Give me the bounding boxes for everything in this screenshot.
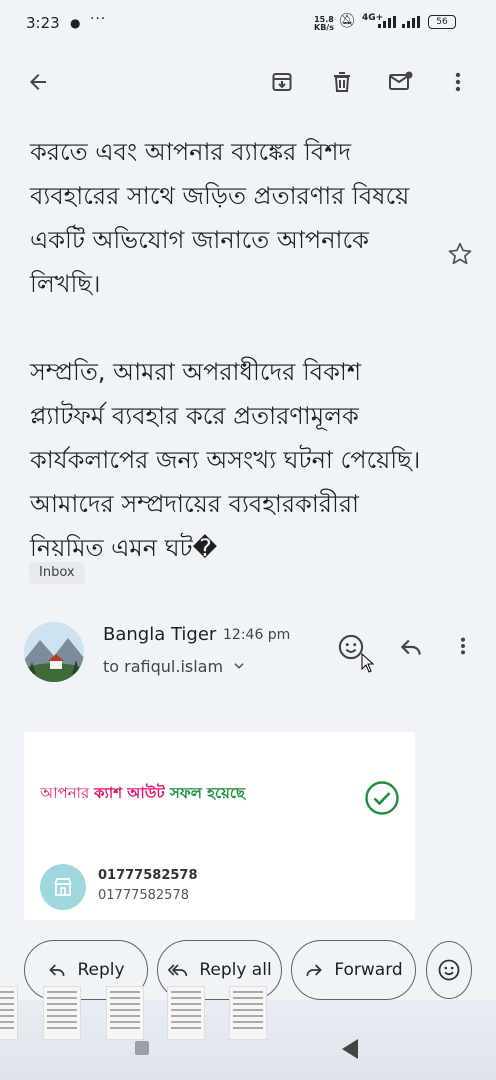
battery-indicator: 56 bbox=[428, 15, 456, 29]
chat-notification-icon: ● bbox=[70, 16, 81, 30]
alarm-mute-icon: 🔕︎ bbox=[338, 13, 356, 29]
back-arrow-icon[interactable] bbox=[24, 68, 52, 96]
screenshot-thumbnail[interactable] bbox=[229, 986, 267, 1040]
account-number-secondary: 01777582578 bbox=[98, 888, 189, 903]
star-icon[interactable] bbox=[447, 241, 473, 271]
reply-label: Reply bbox=[77, 960, 125, 980]
status-time: 3:23 bbox=[26, 14, 60, 32]
recent-apps-icon[interactable] bbox=[135, 1041, 149, 1055]
email-body: করতে এবং আপনার ব্যাঙ্কের বিশদ ব্যবহারের … bbox=[30, 130, 430, 614]
reply-icon bbox=[400, 639, 421, 655]
mark-unread-icon[interactable] bbox=[387, 68, 415, 96]
more-vert-icon[interactable] bbox=[444, 68, 472, 96]
forward-icon bbox=[306, 964, 323, 976]
more-vert-icon[interactable] bbox=[452, 633, 474, 663]
screenshot-thumbnail[interactable] bbox=[167, 986, 205, 1040]
mouse-cursor-icon bbox=[361, 653, 375, 673]
store-icon bbox=[54, 878, 72, 896]
reply-all-icon bbox=[167, 964, 188, 976]
more-notifications-icon: ··· bbox=[90, 11, 107, 27]
signal-icon bbox=[402, 16, 420, 28]
speed-unit: KB/s bbox=[314, 23, 334, 32]
avatar[interactable] bbox=[24, 622, 84, 682]
add-reaction-button[interactable] bbox=[337, 633, 375, 673]
sent-time: 12:46 pm bbox=[223, 627, 291, 643]
recipient-details[interactable]: to rafiqul.islam bbox=[103, 657, 246, 676]
email-content-card: আপনার ক্যাশ আউট সফল হয়েছে 01777582578 0… bbox=[24, 732, 415, 920]
merchant-avatar bbox=[40, 864, 86, 910]
msg-success: সফল হয়েছে bbox=[164, 784, 246, 802]
nav-back-icon[interactable] bbox=[340, 1038, 360, 1064]
cashout-message: আপনার ক্যাশ আউট সফল হয়েছে bbox=[40, 782, 245, 807]
check-circle-icon bbox=[364, 780, 400, 820]
inbox-label-chip[interactable]: Inbox bbox=[29, 562, 85, 584]
forward-button[interactable]: Forward bbox=[291, 940, 416, 1000]
reply-icon bbox=[49, 964, 65, 976]
network-speed: 15.8 KB/s bbox=[314, 16, 334, 32]
msg-prefix: আপনার bbox=[40, 784, 95, 802]
msg-bold: ক্যাশ আউট bbox=[94, 784, 165, 802]
account-number-primary: 01777582578 bbox=[98, 868, 198, 883]
sender-name: Bangla Tiger bbox=[103, 624, 217, 645]
forward-label: Forward bbox=[334, 960, 403, 980]
screenshot-thumbnail[interactable] bbox=[106, 986, 144, 1040]
status-bar: 3:23 ● ··· 15.8 KB/s 🔕︎ 4G+ 56 bbox=[0, 0, 496, 46]
signal-icon bbox=[378, 16, 396, 28]
add-reaction-button[interactable] bbox=[426, 941, 472, 999]
screenshot-thumbnail[interactable] bbox=[0, 986, 18, 1040]
top-app-bar bbox=[0, 46, 496, 118]
emoji-icon bbox=[438, 959, 460, 981]
reply-button[interactable] bbox=[398, 634, 424, 664]
screenshot-thumbnail[interactable] bbox=[43, 986, 81, 1040]
body-paragraph: সম্প্রতি, আমরা অপরাধীদের বিকাশ প্ল্যাটফর… bbox=[30, 358, 421, 562]
reply-all-label: Reply all bbox=[199, 960, 272, 980]
delete-icon[interactable] bbox=[328, 68, 356, 96]
chevron-down-icon bbox=[234, 663, 244, 669]
body-paragraph: করতে এবং আপনার ব্যাঙ্কের বিশদ ব্যবহারের … bbox=[30, 138, 410, 298]
recipient-label: to rafiqul.islam bbox=[103, 657, 224, 676]
archive-icon[interactable] bbox=[268, 68, 296, 96]
